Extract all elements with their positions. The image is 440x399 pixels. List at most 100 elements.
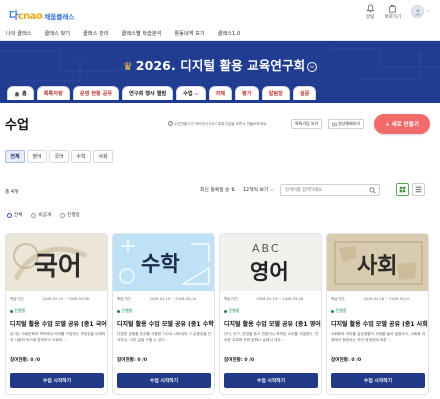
subject-korean[interactable]: 국어 — [49, 150, 69, 163]
tab-lesson[interactable]: 수업 ⌵ — [176, 86, 206, 100]
radio-icon — [31, 212, 37, 218]
notification-button[interactable]: 알림 — [366, 4, 375, 20]
help-notice: ? 수업만들기가 어려우신가요? 특특가입을 보면서 만들어보세요 — [168, 121, 267, 126]
thumbnail-text: 영어 — [250, 260, 289, 284]
create-lesson-button[interactable]: + 새로 만들기 — [374, 114, 430, 134]
subject-english[interactable]: 영어 — [27, 150, 47, 163]
tab-notice[interactable]: 알림장 — [261, 86, 290, 100]
list-icon — [415, 186, 422, 193]
tab-evaluation[interactable]: 평가 — [235, 86, 259, 100]
lesson-period: 학습기간: 2026.02.19 ~ 2026.03.06 — [224, 297, 303, 301]
main-nav: 나의 클래스 클래스 찾기 클래스 관리 클래스별 학습분석 활동내역 보기 클… — [0, 27, 440, 41]
search-box[interactable] — [280, 184, 380, 196]
start-lesson-button[interactable]: 수업 시작하기 — [224, 373, 318, 388]
lesson-period: 학습기간: 2026.02.19 ~ 2026.03.04 — [117, 297, 196, 301]
grid-icon — [399, 186, 406, 193]
tab-home[interactable]: 홈 — [7, 86, 34, 100]
nav-my-class[interactable]: 나의 클래스 — [6, 30, 32, 37]
bag-icon — [389, 4, 397, 13]
thumbnail-text: 사회 — [357, 254, 398, 279]
thumbnail-text: 수학 — [141, 252, 180, 276]
nav-manage-class[interactable]: 클래스 관리 — [83, 30, 109, 37]
lesson-description: 읽기는 사회문화적 맥락에서 의미를 구성하는 과정임을 이해하여 사회적 독서… — [10, 332, 106, 342]
grid-view-button[interactable] — [396, 183, 409, 196]
search-icon[interactable] — [369, 187, 376, 194]
lesson-period: 학습기간: 2026.02.18 ~ 2026.03.07 — [331, 297, 410, 301]
subject-math[interactable]: 수학 — [71, 150, 91, 163]
bell-icon — [366, 4, 375, 13]
subject-filter: 전체 영어 국어 수학 사회 — [5, 150, 113, 163]
tab-event-album[interactable]: 연구회 행사 앨범 — [122, 86, 174, 100]
user-icon — [414, 8, 421, 15]
lesson-period: 학습기간: 2026.02.19 ~ 2026.03.06 — [10, 297, 89, 301]
video-example-button[interactable]: 영상예제보기 — [328, 119, 365, 129]
lesson-description: 단어, 어구, 문장을 듣고 연음이나 축약된 소리를 식별한다. 친숙한 주제… — [224, 332, 319, 342]
chevron-down-icon[interactable]: ⌵ — [426, 8, 430, 18]
chevron-down-icon: ⌵ — [194, 90, 199, 97]
lesson-thumbnail: 사회 — [327, 234, 428, 291]
lesson-title[interactable]: 디지털 활용 수업 모델 공유 (중1 수학) — [117, 319, 214, 328]
lesson-card[interactable]: 수학 학습기간: 2026.02.19 ~ 2026.03.04 진행중 디지털 … — [112, 233, 215, 395]
view-guide-button[interactable]: 특특가입 보기 — [291, 119, 323, 129]
page-size-select[interactable]: 12개씩 보기 ⌵ — [243, 186, 273, 193]
home-icon — [14, 91, 20, 96]
tab-survey[interactable]: 설문 — [292, 86, 317, 100]
tab-assignment[interactable]: 과제 — [208, 86, 233, 100]
shortcut-label: 바로가기 — [384, 15, 402, 20]
subject-social[interactable]: 사회 — [93, 150, 113, 163]
status-filter: 전체 비공개 진행중 — [7, 212, 80, 218]
status-badge: 진행중 — [117, 308, 133, 314]
filter-all[interactable]: 전체 — [7, 212, 22, 218]
status-badge: 진행중 — [331, 308, 347, 314]
start-lesson-button[interactable]: 수업 시작하기 — [117, 373, 211, 388]
subject-all[interactable]: 전체 — [5, 150, 25, 163]
lesson-card[interactable]: ABC 영어 학습기간: 2026.02.19 ~ 2026.03.06 진행중 … — [219, 233, 322, 395]
profile-menu[interactable]: ⌵ — [411, 4, 430, 18]
filter-in-progress[interactable]: 진행중 — [60, 212, 80, 218]
nav-learning-analytics[interactable]: 클래스별 학습분석 — [122, 30, 162, 37]
nav-activity-history[interactable]: 활동내역 보기 — [174, 30, 204, 37]
tab-operation-share[interactable]: 운영 현황 공유 — [72, 86, 120, 100]
lesson-description: 다양한 상황을 문자를 사용한 식으로 나타내어 그 유용성을 인식하고, 식의… — [117, 332, 212, 342]
start-lesson-button[interactable]: 수업 시작하기 — [10, 373, 104, 388]
tab-tips[interactable]: 특특자랑 — [36, 86, 70, 100]
logo-mark: 다cnao — [9, 11, 43, 22]
participation-status: 참여현황: 0 /0 — [224, 358, 255, 363]
notification-label: 알림 — [366, 15, 375, 20]
status-badge: 진행중 — [10, 308, 26, 314]
lesson-thumbnail: ABC 영어 — [220, 234, 321, 291]
class-tabs: 홈 특특자랑 운영 현황 공유 연구회 행사 앨범 수업 ⌵ 과제 평가 알림장 … — [7, 86, 317, 100]
lesson-title[interactable]: 디지털 활용 수업 모델 공유 (중1 영어) — [224, 319, 321, 328]
search-input[interactable] — [285, 187, 365, 194]
chevron-down-icon[interactable]: ⌵ — [307, 61, 318, 72]
sort-order-select[interactable]: 최신 등록일 순 ⇅ — [200, 186, 235, 193]
thumbnail-text-abc: ABC — [252, 242, 281, 255]
class-title[interactable]: ♛ 2026. 디지털 활용 교육연구회 ⌵ — [0, 55, 440, 74]
participation-status: 참여현황: 0 /0 — [331, 358, 362, 363]
lesson-description: 사회화의 의미를 일상생활의 사례를 들어 설명하고, 사회화 과정에서 형성되… — [331, 332, 426, 342]
logo[interactable]: 다cnao 채움클래스 — [9, 7, 74, 22]
nav-class-1[interactable]: 클래스1.0 — [218, 30, 241, 37]
crown-icon: ♛ — [122, 60, 133, 73]
avatar[interactable] — [411, 5, 425, 18]
lesson-thumbnail: 국어 — [6, 234, 107, 291]
thumbnail-text: 국어 — [34, 252, 82, 282]
shortcut-button[interactable]: 바로가기 — [384, 4, 402, 20]
filter-private[interactable]: 비공개 — [31, 212, 51, 218]
radio-icon — [7, 212, 12, 218]
lesson-card[interactable]: 사회 학습기간: 2026.02.18 ~ 2026.03.07 진행중 디지털 … — [326, 233, 429, 395]
help-icon: ? — [168, 121, 173, 126]
lesson-title[interactable]: 디지털 활용 수업 모델 공유 (중1 사회) — [331, 319, 428, 328]
status-badge: 진행중 — [224, 308, 240, 314]
nav-find-class[interactable]: 클래스 찾기 — [45, 30, 71, 37]
top-header: 다cnao 채움클래스 알림 바로가기 ⌵ — [0, 0, 440, 27]
video-icon — [332, 122, 337, 126]
participation-status: 참여현황: 0 /0 — [117, 358, 148, 363]
lesson-card[interactable]: 국어 학습기간: 2026.02.19 ~ 2026.03.06 진행중 디지털 … — [5, 233, 108, 395]
lesson-thumbnail: 수학 — [113, 234, 214, 291]
participation-status: 참여현황: 0 /0 — [10, 358, 41, 363]
start-lesson-button[interactable]: 수업 시작하기 — [331, 373, 425, 388]
lesson-title[interactable]: 디지털 활용 수업 모델 공유 (중1 국어) — [10, 319, 107, 328]
class-banner: ♛ 2026. 디지털 활용 교육연구회 ⌵ 홈 특특자랑 운영 현황 공유 연구회… — [0, 41, 440, 103]
list-view-button[interactable] — [412, 183, 425, 196]
